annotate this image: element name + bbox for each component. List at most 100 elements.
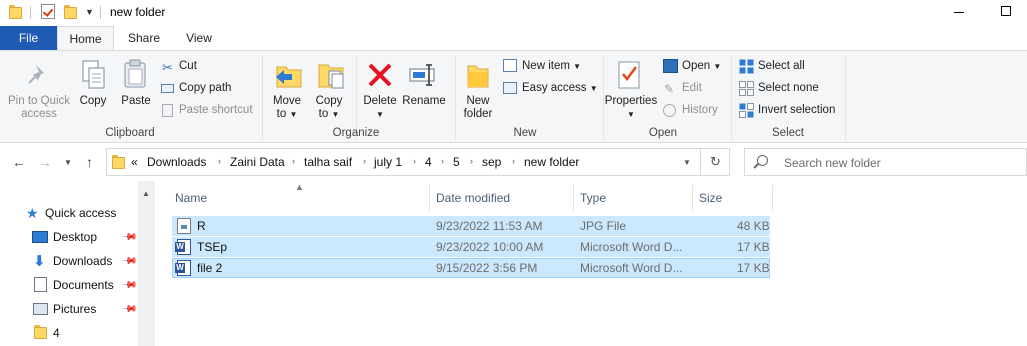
new-folder-label: New <box>466 95 490 107</box>
nav-item-desktop[interactable]: Desktop <box>53 230 97 244</box>
chevron-right-icon[interactable]: › <box>218 156 221 166</box>
rename-icon <box>409 64 435 86</box>
recent-locations-chevron-icon[interactable]: ▼ <box>64 158 72 167</box>
breadcrumb-sep[interactable]: sep <box>482 155 501 169</box>
table-row[interactable]: TSEp 9/23/2022 10:00 AM Microsoft Word D… <box>172 237 770 257</box>
pin-label-line1: Pin to Quick <box>8 95 70 107</box>
navigation-scrollbar[interactable] <box>138 181 155 346</box>
chevron-down-icon: ▼ <box>289 110 298 119</box>
scroll-up-icon[interactable]: ▲ <box>142 189 150 198</box>
edit-button[interactable]: Edit <box>682 82 702 94</box>
column-header-size[interactable]: Size <box>699 191 722 205</box>
maximize-icon[interactable] <box>1001 6 1011 16</box>
chevron-right-icon[interactable]: › <box>470 156 473 166</box>
copy-path-button[interactable]: Copy path <box>179 82 231 94</box>
easy-access-label: Easy access <box>522 82 587 94</box>
navigation-pane: ▲ ★ Quick access Desktop 📌 ⬇ Downloads 📌… <box>0 181 155 346</box>
search-box[interactable]: Search new folder <box>744 148 1027 176</box>
address-history-chevron-icon[interactable]: ▼ <box>683 158 691 167</box>
rename-button[interactable]: Rename <box>402 95 446 108</box>
tab-file[interactable]: File <box>0 26 57 50</box>
pin-to-quick-access-button[interactable]: Pin to Quick access <box>4 95 74 121</box>
copy-to-icon <box>318 64 344 89</box>
address-bar[interactable]: « Downloads › Zaini Data › talha saif › … <box>106 148 730 176</box>
paste-shortcut-button[interactable]: Paste shortcut <box>179 104 253 116</box>
scissors-icon: ✂ <box>162 60 173 75</box>
breadcrumb-zaini-data[interactable]: Zaini Data <box>230 155 285 169</box>
forward-arrow-icon[interactable]: → <box>38 154 52 170</box>
column-header-type[interactable]: Type <box>580 191 606 205</box>
breadcrumb-july-1[interactable]: july 1 <box>374 155 402 169</box>
up-arrow-icon[interactable]: ↑ <box>86 154 93 170</box>
tab-share[interactable]: Share <box>118 26 170 50</box>
breadcrumb-4[interactable]: 4 <box>425 155 432 169</box>
divider <box>100 6 101 19</box>
nav-item-4[interactable]: 4 <box>53 326 60 340</box>
file-list: ▲ Name Date modified Type Size R 9/23/20… <box>155 181 1027 346</box>
column-divider[interactable] <box>429 185 430 212</box>
breadcrumb-new-folder[interactable]: new folder <box>524 155 579 169</box>
cut-button[interactable]: Cut <box>179 60 197 72</box>
history-icon <box>663 104 676 117</box>
divider <box>30 6 31 19</box>
column-divider[interactable] <box>692 185 693 212</box>
table-row[interactable]: R 9/23/2022 11:53 AM JPG File 48 KB <box>172 216 770 236</box>
chevron-right-icon[interactable]: › <box>413 156 416 166</box>
star-icon: ★ <box>26 205 39 221</box>
chevron-right-icon[interactable]: › <box>441 156 444 166</box>
column-header-name[interactable]: Name <box>175 191 207 205</box>
search-input[interactable]: Search new folder <box>784 156 881 170</box>
sort-ascending-icon: ▲ <box>295 182 304 192</box>
properties-button[interactable]: Properties ▼ <box>603 95 659 121</box>
new-item-button[interactable]: New item ▼ <box>522 60 581 72</box>
column-header-date-modified[interactable]: Date modified <box>436 191 510 205</box>
breadcrumb-downloads[interactable]: Downloads <box>147 155 206 169</box>
column-divider[interactable] <box>772 185 773 212</box>
move-to-icon <box>276 66 302 88</box>
ribbon: Pin to Quick access Copy Paste ✂ Cut Cop… <box>0 50 1027 143</box>
customize-toolbar-chevron-icon[interactable]: ▼ <box>85 7 94 17</box>
chevron-down-icon: ▼ <box>331 110 340 119</box>
table-row[interactable]: file 2 9/15/2022 3:56 PM Microsoft Word … <box>172 258 770 278</box>
nav-item-documents[interactable]: Documents <box>53 278 114 292</box>
chevron-right-icon[interactable]: › <box>292 156 295 166</box>
minimize-icon[interactable] <box>954 12 964 13</box>
tab-view[interactable]: View <box>174 26 224 50</box>
select-all-button[interactable]: Select all <box>758 60 805 72</box>
open-button[interactable]: Open ▼ <box>682 60 721 72</box>
open-label: Open <box>682 60 711 72</box>
nav-item-downloads[interactable]: Downloads <box>53 254 112 268</box>
move-to-button[interactable]: Move to ▼ <box>270 95 304 121</box>
breadcrumb-talha-saif[interactable]: talha saif <box>304 155 352 169</box>
select-all-icon <box>739 59 754 74</box>
folder-icon <box>112 155 125 169</box>
select-none-button[interactable]: Select none <box>758 82 819 94</box>
back-arrow-icon[interactable]: ← <box>12 154 26 170</box>
delete-button[interactable]: Delete ▼ <box>360 95 400 121</box>
properties-quick-icon[interactable] <box>41 4 55 19</box>
move-to-label-2: to <box>276 108 287 120</box>
column-divider[interactable] <box>573 185 574 212</box>
chevron-right-icon[interactable]: › <box>512 156 515 166</box>
chevron-down-icon: ▼ <box>573 62 582 71</box>
refresh-icon[interactable]: ↻ <box>700 148 730 176</box>
tab-home[interactable]: Home <box>57 26 114 51</box>
easy-access-button[interactable]: Easy access ▼ <box>522 82 598 94</box>
new-group-label: New <box>513 127 537 139</box>
breadcrumb-overflow[interactable]: « <box>131 155 138 169</box>
history-button[interactable]: History <box>682 104 718 116</box>
invert-selection-button[interactable]: Invert selection <box>758 104 835 116</box>
chevron-right-icon[interactable]: › <box>363 156 366 166</box>
copy-button[interactable]: Copy <box>76 95 110 108</box>
new-folder-quick-icon[interactable] <box>64 5 77 19</box>
copy-to-button[interactable]: Copy to ▼ <box>312 95 346 121</box>
paste-button[interactable]: Paste <box>116 95 156 108</box>
paste-shortcut-icon <box>162 104 173 117</box>
pin-icon: 📌 <box>120 229 138 246</box>
copy-to-label: Copy <box>315 95 343 107</box>
new-folder-button[interactable]: New folder <box>458 95 498 121</box>
nav-item-quick-access[interactable]: Quick access <box>45 206 116 220</box>
nav-item-pictures[interactable]: Pictures <box>53 302 96 316</box>
breadcrumb-5[interactable]: 5 <box>453 155 460 169</box>
properties-label: Properties <box>604 95 658 107</box>
